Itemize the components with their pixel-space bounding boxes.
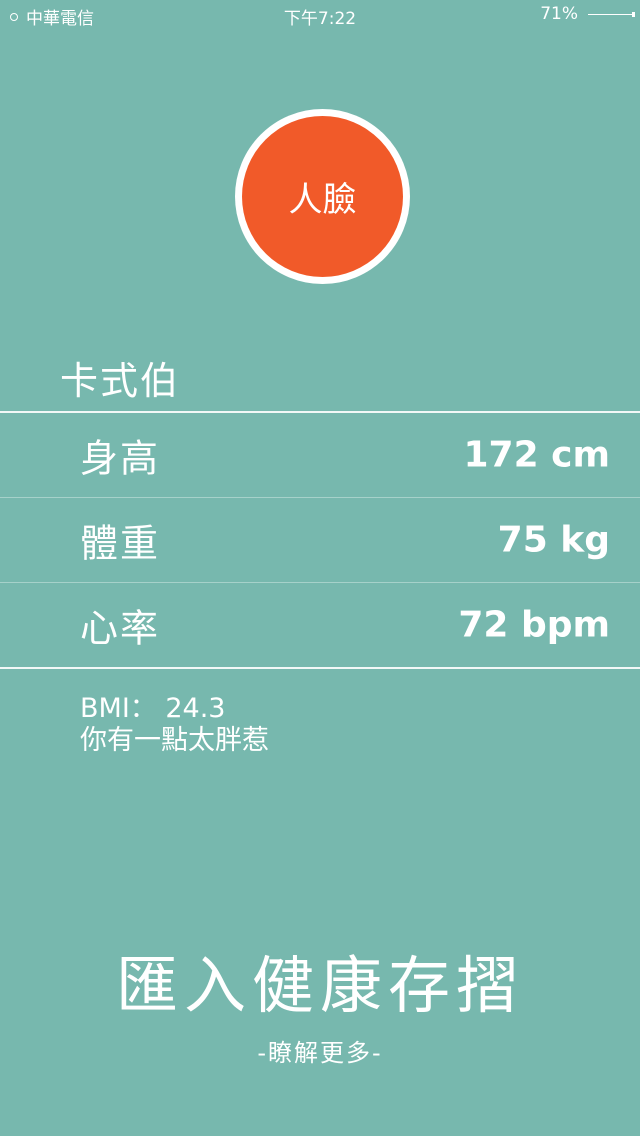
stat-label: 體重 xyxy=(80,521,161,566)
learn-more-link[interactable]: -瞭解更多- xyxy=(0,1033,640,1068)
bmi-value: BMI： 24.3 xyxy=(80,693,226,724)
stat-row-heart-rate: 心率 72 bpm xyxy=(0,583,640,667)
stat-value: 75 kg xyxy=(497,519,610,561)
stat-label: 身高 xyxy=(80,436,161,481)
stat-value: 72 bpm xyxy=(458,604,610,646)
stat-value: 172 cm xyxy=(463,434,610,476)
avatar-ring: 人臉 xyxy=(235,109,410,284)
bmi-block: BMI： 24.3 你有一點太胖惹 xyxy=(80,693,269,757)
status-bar: 中華電信 下午7:22 71% xyxy=(0,0,640,30)
stat-row-weight: 體重 75 kg xyxy=(0,498,640,583)
battery-icon xyxy=(588,11,635,17)
stats-table: 身高 172 cm 體重 75 kg 心率 72 bpm xyxy=(0,411,640,669)
import-health-passbook-button[interactable]: 匯入健康存摺 xyxy=(0,935,640,1025)
stat-label: 心率 xyxy=(80,606,161,651)
user-name: 卡式伯 xyxy=(60,359,181,403)
face-avatar-button[interactable]: 人臉 xyxy=(242,116,403,277)
stat-row-height: 身高 172 cm xyxy=(0,413,640,498)
bmi-comment: 你有一點太胖惹 xyxy=(80,725,269,756)
battery-percentage: 71% xyxy=(540,4,578,24)
status-right: 71% xyxy=(540,4,635,24)
